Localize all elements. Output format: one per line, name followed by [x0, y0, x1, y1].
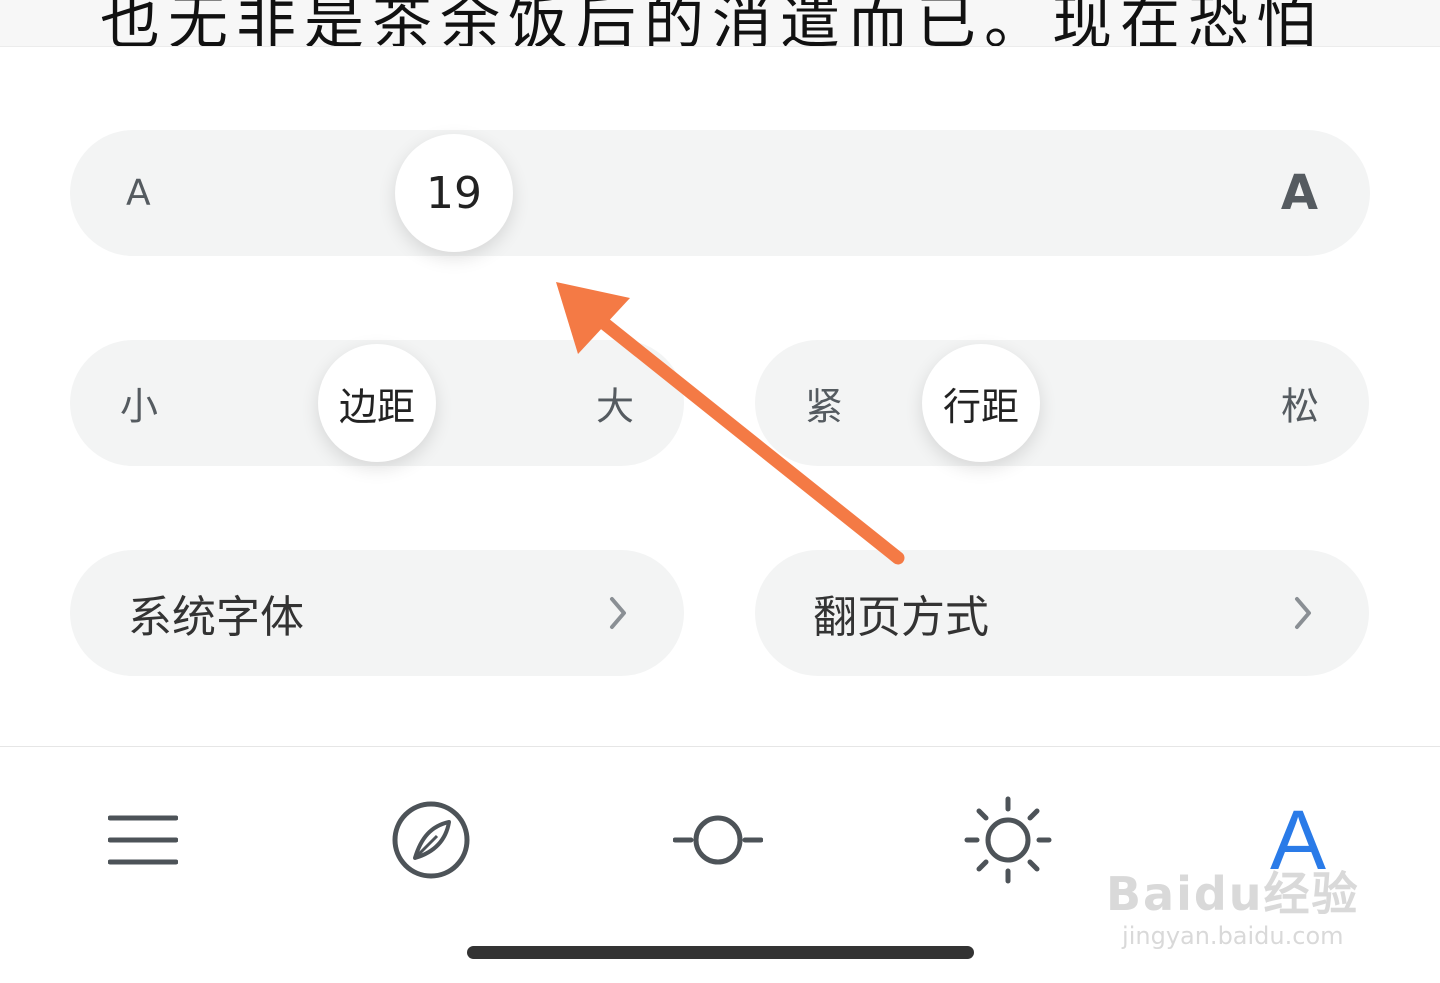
home-indicator[interactable]: [467, 946, 974, 959]
line-spacing-slider-thumb[interactable]: 行距: [922, 344, 1040, 462]
menu-icon: [108, 815, 178, 865]
baidu-watermark: Baidu经验 jingyan.baidu.com: [1106, 858, 1360, 950]
chevron-right-icon: [1295, 597, 1311, 629]
font-size-slider[interactable]: A 19 A: [70, 130, 1370, 256]
margin-max-label: 大: [595, 384, 634, 429]
reader-text-area: 也无非是茶余饭后的消遣而已。现在恐怕: [0, 0, 1440, 47]
margin-min-label: 小: [120, 384, 159, 429]
page-turn-mode-button[interactable]: 翻页方式: [755, 550, 1369, 676]
font-size-small-label: A: [126, 172, 151, 214]
line-spacing-min-label: 紧: [805, 384, 844, 429]
system-font-label: 系统字体: [128, 592, 304, 643]
progress-icon: [673, 815, 763, 865]
font-size-large-label: A: [1280, 165, 1318, 221]
page-turn-mode-label: 翻页方式: [813, 592, 989, 643]
toolbar-divider: [0, 746, 1440, 747]
compass-icon: [392, 801, 470, 879]
chevron-right-icon: [610, 597, 626, 629]
watermark-logo: Baidu经验: [1106, 867, 1360, 921]
margin-slider[interactable]: 小 边距 大: [70, 340, 684, 466]
watermark-url: jingyan.baidu.com: [1122, 922, 1344, 950]
tab-progress[interactable]: [668, 790, 768, 890]
line-spacing-max-label: 松: [1280, 384, 1319, 429]
margin-slider-thumb[interactable]: 边距: [318, 344, 436, 462]
system-font-button[interactable]: 系统字体: [70, 550, 684, 676]
reader-text: 也无非是茶余饭后的消遣而已。现在恐怕: [100, 0, 1324, 47]
line-spacing-slider[interactable]: 紧 行距 松: [755, 340, 1369, 466]
font-size-slider-thumb[interactable]: 19: [395, 134, 513, 252]
tab-menu[interactable]: [93, 790, 193, 890]
brightness-icon: [964, 796, 1052, 884]
tab-compass[interactable]: [381, 790, 481, 890]
tab-brightness[interactable]: [958, 790, 1058, 890]
